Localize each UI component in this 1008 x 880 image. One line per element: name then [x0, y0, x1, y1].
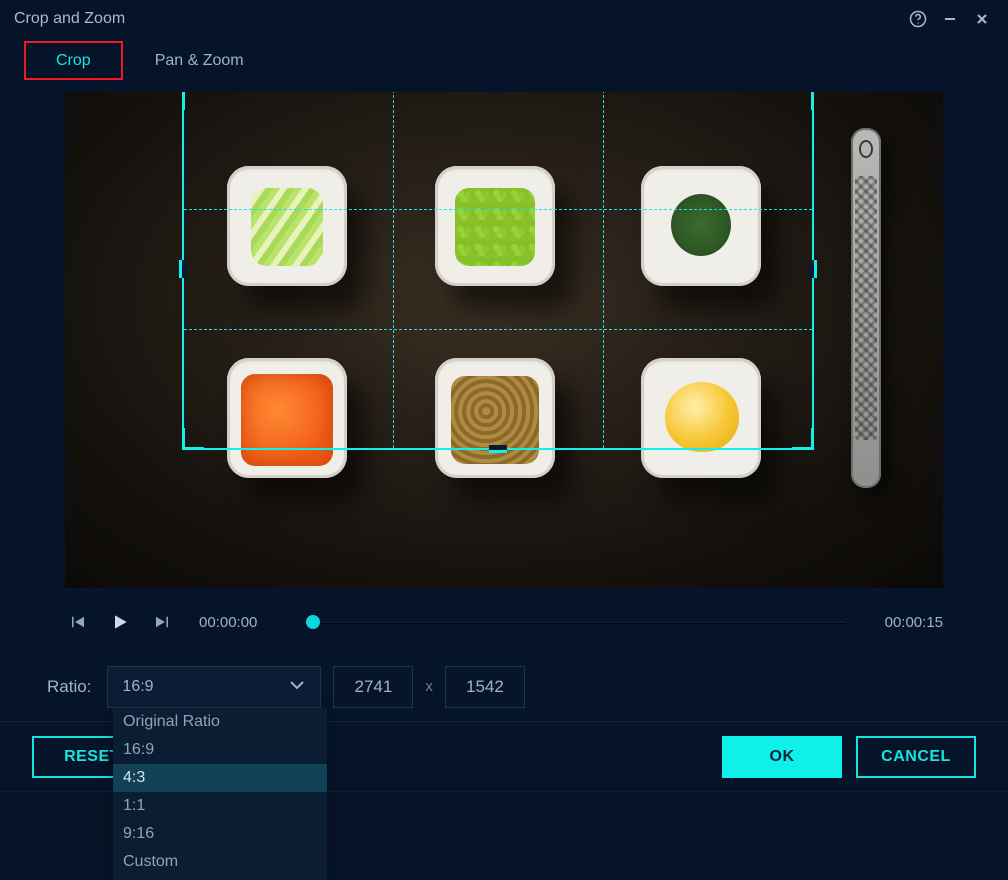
close-button[interactable] — [966, 3, 998, 35]
preview-image-content — [227, 166, 347, 286]
cancel-button[interactable]: CANCEL — [856, 736, 976, 778]
title-bar: Crop and Zoom — [0, 0, 1008, 38]
crop-handle-top-right[interactable] — [792, 92, 814, 110]
time-total: 00:00:15 — [885, 614, 943, 631]
tab-pan-zoom[interactable]: Pan & Zoom — [123, 41, 276, 80]
video-preview[interactable] — [65, 92, 943, 588]
preview-image-content — [641, 166, 761, 286]
prev-frame-button[interactable] — [65, 609, 91, 635]
timeline-knob[interactable] — [306, 615, 320, 629]
timeline-slider[interactable] — [313, 612, 844, 632]
crop-handle-top-left[interactable] — [182, 92, 204, 110]
ok-button[interactable]: OK — [722, 736, 842, 778]
ratio-select[interactable]: 16:9 — [107, 666, 321, 708]
crop-handle-bottom-left[interactable] — [182, 428, 204, 450]
ratio-dropdown[interactable]: Original Ratio16:94:31:19:16Custom — [113, 708, 327, 880]
window-title: Crop and Zoom — [14, 10, 125, 28]
dimension-separator: x — [425, 678, 433, 695]
crop-handle-left[interactable] — [179, 260, 187, 278]
ratio-option[interactable]: 9:16 — [113, 820, 327, 848]
time-current: 00:00:00 — [199, 614, 257, 631]
crop-height-input[interactable] — [445, 666, 525, 708]
crop-handle-top[interactable] — [489, 92, 507, 93]
minimize-button[interactable] — [934, 3, 966, 35]
help-button[interactable] — [902, 3, 934, 35]
preview-image-content — [227, 358, 347, 478]
ratio-select-value: 16:9 — [122, 678, 153, 696]
crop-handle-right[interactable] — [809, 260, 817, 278]
preview-image-content — [435, 166, 555, 286]
chevron-down-icon — [288, 678, 306, 696]
preview-container — [0, 80, 1008, 588]
ratio-option[interactable]: 16:9 — [113, 736, 327, 764]
preview-image-content — [641, 358, 761, 478]
crop-width-input[interactable] — [333, 666, 413, 708]
preview-image-content — [851, 128, 881, 488]
tab-crop[interactable]: Crop — [24, 41, 123, 80]
ratio-label: Ratio: — [47, 677, 91, 697]
tab-row: Crop Pan & Zoom — [0, 38, 1008, 80]
ratio-option[interactable]: 4:3 — [113, 764, 327, 792]
ratio-option[interactable]: Custom — [113, 848, 327, 876]
ratio-option[interactable]: Original Ratio — [113, 708, 327, 736]
play-button[interactable] — [107, 609, 133, 635]
ratio-row: Ratio: 16:9 x Original Ratio16:94:31:19:… — [0, 652, 1008, 722]
crop-handle-bottom-right[interactable] — [792, 428, 814, 450]
ratio-option[interactable]: 1:1 — [113, 792, 327, 820]
next-frame-button[interactable] — [149, 609, 175, 635]
transport-bar: 00:00:00 00:00:15 — [0, 592, 1008, 652]
preview-image-content — [435, 358, 555, 478]
